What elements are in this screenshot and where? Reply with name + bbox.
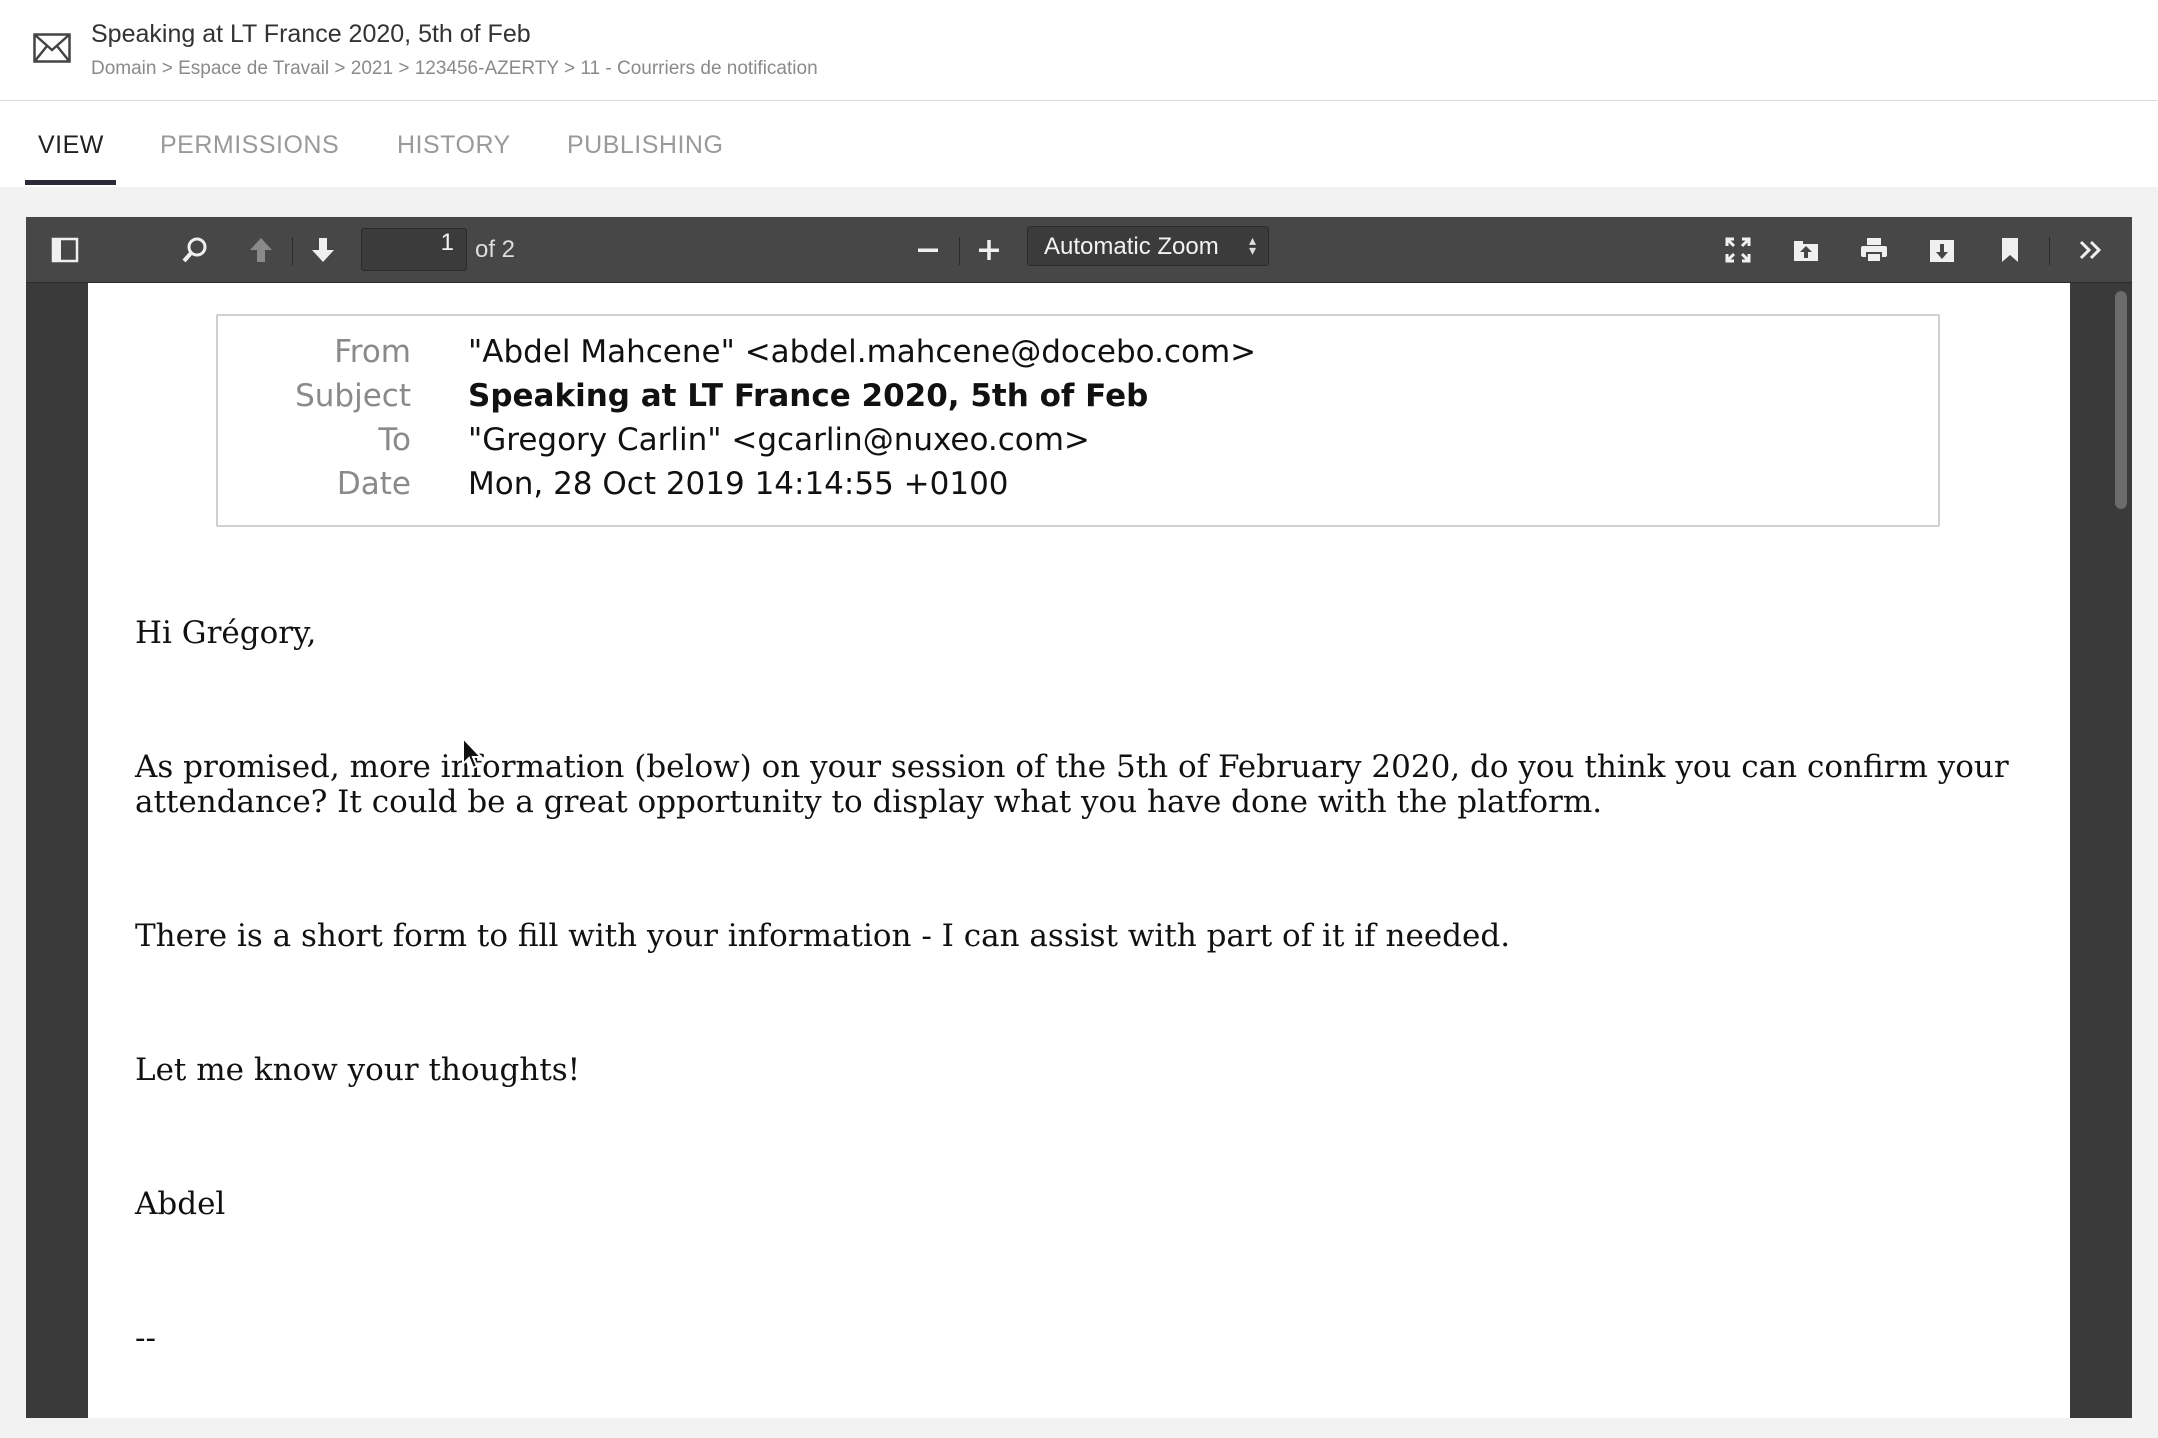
select-arrows-icon: ▴ ▾ — [1248, 232, 1256, 258]
pdf-toolbar: 1 of 2 Automatic Zoom ▴ ▾ — [26, 217, 2132, 283]
scrollbar-thumb[interactable] — [2115, 291, 2127, 509]
date-value: Mon, 28 Oct 2019 14:14:55 +0100 — [468, 466, 1009, 502]
tab-history[interactable]: HISTORY — [397, 131, 511, 160]
next-page-icon[interactable] — [304, 231, 342, 269]
zoom-out-icon[interactable] — [909, 231, 947, 269]
download-icon[interactable] — [1923, 231, 1961, 269]
date-row: Date Mon, 28 Oct 2019 14:14:55 +0100 — [218, 466, 1938, 510]
to-value: "Gregory Carlin" <gcarlin@nuxeo.com> — [468, 422, 1090, 458]
from-value: "Abdel Mahcene" <abdel.mahcene@docebo.co… — [468, 334, 1257, 370]
sidebar-toggle-icon[interactable] — [46, 231, 84, 269]
scrollbar[interactable] — [2110, 283, 2132, 1418]
zoom-in-icon[interactable] — [970, 231, 1008, 269]
pdf-page: From "Abdel Mahcene" <abdel.mahcene@doce… — [88, 283, 2070, 1418]
signature-separator: -- — [135, 1320, 156, 1356]
page-count: of 2 — [475, 236, 516, 263]
email-paragraph-line: As promised, more information (below) on… — [135, 749, 2009, 785]
search-icon[interactable] — [176, 231, 214, 269]
tab-publishing[interactable]: PUBLISHING — [567, 131, 723, 160]
bookmark-icon[interactable] — [1991, 231, 2029, 269]
toolbar-separator — [2049, 237, 2050, 265]
email-paragraph-line: attendance? It could be a great opportun… — [135, 784, 1603, 820]
active-tab-indicator — [25, 180, 116, 185]
document-header: Speaking at LT France 2020, 5th of Feb D… — [0, 0, 2158, 101]
to-row: To "Gregory Carlin" <gcarlin@nuxeo.com> — [218, 422, 1938, 466]
envelope-icon — [33, 33, 71, 63]
email-greeting: Hi Grégory, — [135, 615, 317, 651]
zoom-value: Automatic Zoom — [1044, 233, 1219, 260]
subject-label: Subject — [295, 378, 411, 414]
breadcrumb[interactable]: Domain > Espace de Travail > 2021 > 1234… — [91, 58, 818, 80]
document-title: Speaking at LT France 2020, 5th of Feb — [91, 20, 531, 48]
open-file-icon[interactable] — [1787, 231, 1825, 269]
tab-permissions[interactable]: PERMISSIONS — [160, 131, 339, 160]
tools-icon[interactable] — [2072, 231, 2110, 269]
from-row: From "Abdel Mahcene" <abdel.mahcene@doce… — [218, 334, 1938, 378]
print-icon[interactable] — [1855, 231, 1893, 269]
mouse-cursor-icon — [462, 736, 483, 770]
zoom-select[interactable]: Automatic Zoom ▴ ▾ — [1027, 226, 1269, 266]
email-paragraph: Let me know your thoughts! — [135, 1052, 581, 1088]
from-label: From — [334, 334, 411, 370]
date-label: Date — [336, 466, 411, 502]
email-header-box: From "Abdel Mahcene" <abdel.mahcene@doce… — [216, 314, 1940, 527]
subject-row: Subject Speaking at LT France 2020, 5th … — [218, 378, 1938, 422]
to-label: To — [378, 422, 411, 458]
tab-view[interactable]: VIEW — [38, 131, 104, 160]
subject-value: Speaking at LT France 2020, 5th of Feb — [468, 378, 1149, 414]
email-signature: Abdel — [135, 1186, 226, 1222]
tab-bar: VIEW PERMISSIONS HISTORY PUBLISHING — [0, 101, 2158, 187]
previous-page-icon[interactable] — [242, 231, 280, 269]
pdf-viewer: 1 of 2 Automatic Zoom ▴ ▾ From "Abdel Ma… — [26, 217, 2132, 1418]
page-number-input[interactable]: 1 — [361, 228, 467, 271]
toolbar-separator — [292, 237, 293, 265]
email-paragraph: There is a short form to fill with your … — [135, 918, 1511, 954]
presentation-mode-icon[interactable] — [1719, 231, 1757, 269]
toolbar-separator — [959, 237, 960, 265]
